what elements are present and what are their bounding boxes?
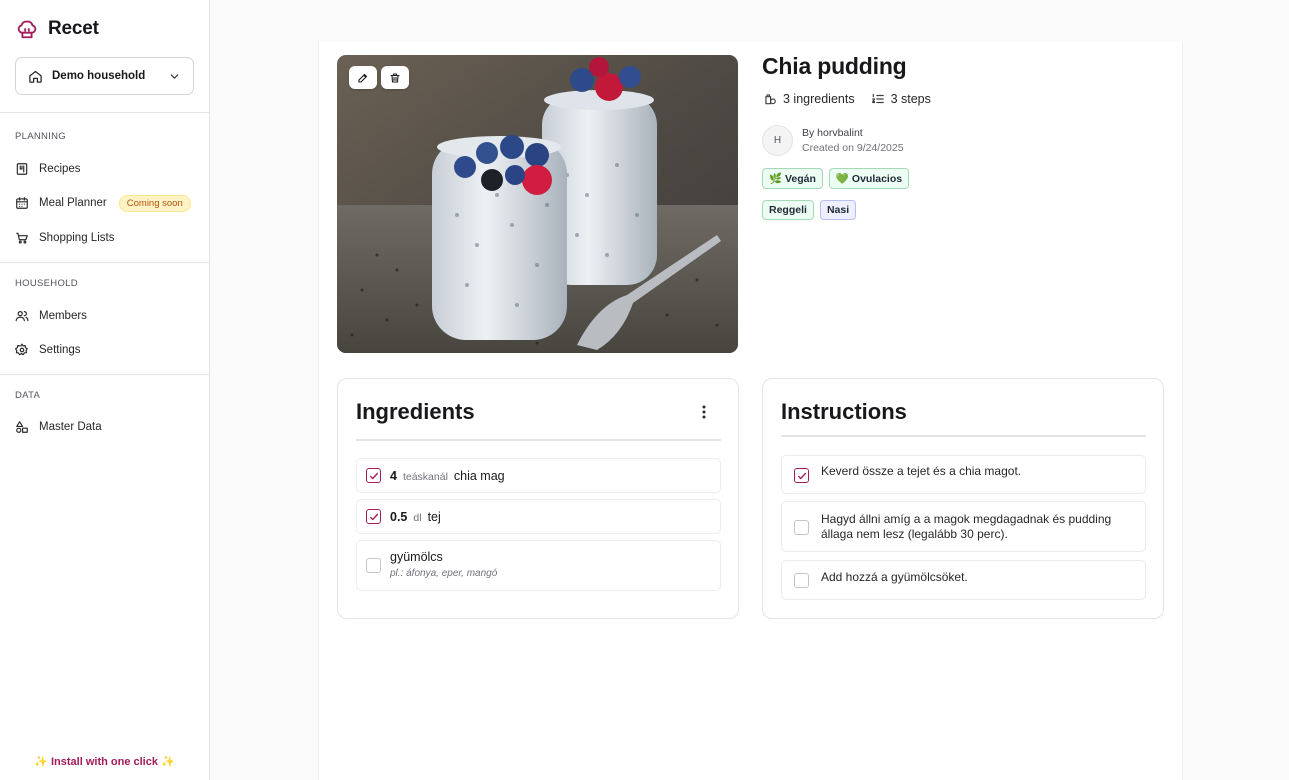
chevron-down-icon bbox=[168, 70, 181, 83]
sidebar: Recet Demo household PLANNING Recipes Me… bbox=[0, 0, 210, 780]
ingredient-name: chia mag bbox=[453, 469, 505, 483]
created-date: Created on 9/24/2025 bbox=[802, 142, 904, 154]
tag-reggeli[interactable]: Reggeli bbox=[762, 200, 814, 220]
step-checkbox[interactable] bbox=[794, 520, 809, 535]
divider bbox=[0, 374, 209, 375]
divider bbox=[0, 112, 209, 113]
recipe-title: Chia pudding bbox=[762, 53, 907, 79]
recipe-meta: 3 ingredients 3 steps bbox=[763, 92, 931, 106]
household-select[interactable]: Demo household bbox=[15, 57, 194, 95]
ingredients-icon bbox=[765, 94, 776, 105]
sidebar-item-members[interactable]: Members bbox=[15, 306, 87, 326]
ingredient-checkbox[interactable] bbox=[366, 468, 381, 483]
instruction-step[interactable]: Keverd össze a tejet és a chia magot. bbox=[781, 455, 1146, 494]
install-link[interactable]: ✨ Install with one click ✨ bbox=[0, 755, 209, 768]
instructions-title: Instructions bbox=[781, 399, 907, 424]
ingredient-checkbox[interactable] bbox=[366, 558, 381, 573]
ingredients-count: 3 ingredients bbox=[763, 92, 855, 106]
tag-nasi[interactable]: Nasi bbox=[819, 200, 857, 220]
sidebar-item-label: Master Data bbox=[39, 421, 102, 433]
sidebar-item-label: Meal Planner bbox=[39, 197, 107, 209]
ingredient-row[interactable]: gyümölcs pl.: áfonya, eper, mangó bbox=[356, 540, 721, 591]
ingredient-unit: teáskanál bbox=[402, 471, 448, 483]
diet-tags: 🌿 Vegán 💚 Ovulacios bbox=[762, 168, 910, 189]
ingredient-name: tej bbox=[427, 510, 441, 524]
gear-icon bbox=[15, 343, 28, 356]
household-label: Demo household bbox=[52, 70, 146, 82]
author-name: By horvbalint bbox=[802, 127, 863, 139]
ingredient-unit: dl bbox=[413, 512, 422, 524]
sidebar-item-settings[interactable]: Settings bbox=[15, 340, 81, 360]
recipe-photo bbox=[337, 55, 738, 353]
trash-icon bbox=[390, 72, 400, 83]
sidebar-item-recipes[interactable]: Recipes bbox=[15, 159, 81, 179]
tag-vegan[interactable]: 🌿 Vegán bbox=[762, 168, 823, 189]
pencil-icon bbox=[358, 73, 368, 83]
step-checkbox[interactable] bbox=[794, 573, 809, 588]
step-text: Keverd össze a tejet és a chia magot. bbox=[821, 464, 1022, 478]
section-label-planning: PLANNING bbox=[15, 131, 66, 142]
divider bbox=[781, 435, 1146, 437]
step-checkbox[interactable] bbox=[794, 468, 809, 483]
section-label-data: DATA bbox=[15, 390, 41, 401]
home-icon bbox=[29, 70, 42, 83]
author-info: H By horvbalint Created on 9/24/2025 bbox=[762, 125, 904, 156]
meal-tags: Reggeli Nasi bbox=[762, 200, 857, 220]
list-ordered-icon bbox=[871, 93, 884, 104]
section-label-household: HOUSEHOLD bbox=[15, 278, 78, 289]
ingredient-row[interactable]: 0.5 dl tej bbox=[356, 499, 721, 534]
sidebar-item-label: Recipes bbox=[39, 163, 81, 175]
divider bbox=[0, 262, 209, 263]
steps-count: 3 steps bbox=[871, 92, 931, 106]
ingredient-qty: 0.5 bbox=[390, 510, 408, 524]
ingredients-title: Ingredients bbox=[356, 399, 475, 424]
step-text: Add hozzá a gyümölcsöket. bbox=[821, 570, 968, 584]
recipe-book-icon bbox=[16, 163, 28, 175]
chia-pudding-image bbox=[337, 55, 738, 353]
users-icon bbox=[15, 311, 29, 322]
shapes-icon bbox=[16, 421, 28, 433]
edit-button[interactable] bbox=[349, 66, 377, 89]
more-options-icon[interactable] bbox=[702, 405, 706, 424]
sidebar-item-meal-planner[interactable]: Meal Planner Coming soon bbox=[15, 193, 191, 213]
brand[interactable]: Recet bbox=[16, 18, 99, 40]
divider bbox=[356, 439, 721, 441]
sidebar-item-shopping-lists[interactable]: Shopping Lists bbox=[15, 228, 114, 248]
sidebar-item-master-data[interactable]: Master Data bbox=[15, 417, 102, 437]
ingredient-name: gyümölcs bbox=[390, 550, 443, 564]
ingredient-row[interactable]: 4 teáskanál chia mag bbox=[356, 458, 721, 493]
step-text: Hagyd állni amíg a a magok megdagadnak é… bbox=[821, 512, 1112, 541]
ingredient-checkbox[interactable] bbox=[366, 509, 381, 524]
cart-icon bbox=[16, 232, 28, 244]
ingredient-note: pl.: áfonya, eper, mangó bbox=[390, 568, 498, 579]
avatar: H bbox=[762, 125, 793, 156]
ingredient-qty: 4 bbox=[390, 469, 397, 483]
app-name: Recet bbox=[48, 18, 99, 39]
chef-hat-icon bbox=[17, 20, 37, 39]
ingredients-panel: Ingredients 4 teáskanál chia mag 0.5 dl … bbox=[337, 378, 739, 619]
sidebar-item-label: Settings bbox=[39, 344, 81, 356]
instruction-step[interactable]: Hagyd állni amíg a a magok megdagadnak é… bbox=[781, 501, 1146, 552]
sidebar-item-label: Members bbox=[39, 310, 87, 322]
instructions-panel: Instructions Keverd össze a tejet és a c… bbox=[762, 378, 1164, 619]
calendar-icon bbox=[16, 197, 28, 209]
delete-button[interactable] bbox=[381, 66, 409, 89]
sidebar-item-label: Shopping Lists bbox=[39, 232, 115, 244]
tag-ovulacios[interactable]: 💚 Ovulacios bbox=[828, 168, 910, 189]
instruction-step[interactable]: Add hozzá a gyümölcsöket. bbox=[781, 560, 1146, 600]
coming-soon-badge: Coming soon bbox=[118, 194, 191, 212]
